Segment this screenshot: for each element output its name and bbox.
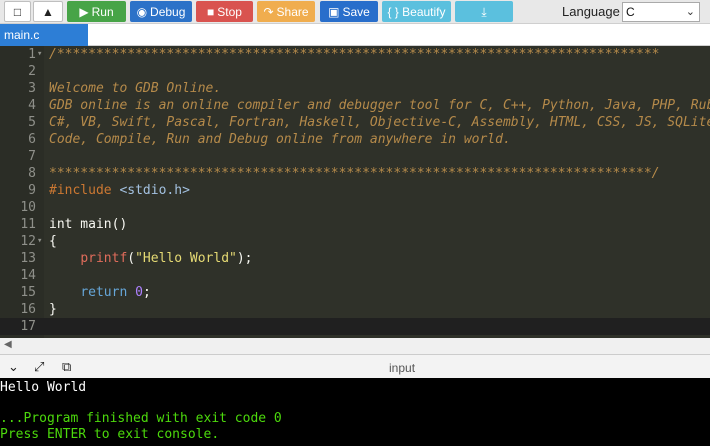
code-text: Welcome to GDB Online. xyxy=(49,81,222,96)
tab-main-c[interactable]: main.c xyxy=(0,24,88,46)
code-line: 5 C#, VB, Swift, Pascal, Fortran, Haskel… xyxy=(0,114,710,131)
upload-icon: ▲ xyxy=(42,4,54,19)
download-icon: ⤓ xyxy=(481,4,487,19)
beautify-label: { } Beautify xyxy=(387,4,446,19)
return-value: 0 xyxy=(135,285,143,300)
line-number: 7 xyxy=(28,149,36,164)
code-text: GDB online is an online compiler and deb… xyxy=(49,98,710,113)
share-label: Share xyxy=(276,4,309,19)
copy-icon[interactable]: ⧉ xyxy=(62,359,71,375)
save-label: Save xyxy=(342,4,370,19)
code-line: 7 xyxy=(0,148,710,165)
download-button[interactable]: ⤓ xyxy=(455,1,513,22)
debug-icon: ◉ xyxy=(136,4,148,19)
code-text: C#, VB, Swift, Pascal, Fortran, Haskell,… xyxy=(49,115,710,130)
expand-icon[interactable]: ⤢ xyxy=(34,359,44,375)
include-keyword: #include xyxy=(49,183,112,198)
line-number: 5 xyxy=(28,115,36,130)
code-line: 2 xyxy=(0,63,710,80)
new-file-icon: □ xyxy=(13,4,22,19)
code-line: 9 #include <stdio.h> xyxy=(0,182,710,199)
paren-open: ( xyxy=(127,251,136,266)
debug-label: Debug xyxy=(150,4,186,19)
play-icon: ▶ xyxy=(79,4,89,19)
line-number: 11 xyxy=(20,217,36,232)
main-signature: int main() xyxy=(49,217,128,232)
include-header: <stdio.h> xyxy=(119,183,190,198)
line-number: 1 xyxy=(28,47,36,62)
code-line: 12 ▾ { xyxy=(0,233,710,250)
code-line: 3 Welcome to GDB Online. xyxy=(0,80,710,97)
code-line: 1 ▾ /***********************************… xyxy=(0,46,710,63)
stop-label: Stop xyxy=(217,4,242,19)
share-icon: ↷ xyxy=(263,4,274,19)
code-line: 14 xyxy=(0,267,710,284)
console-finished-line: ...Program finished with exit code 0 xyxy=(0,411,282,426)
console-output[interactable]: Hello World ...Program finished with exi… xyxy=(0,378,710,446)
brace-close: } xyxy=(49,302,57,317)
console-input-label: input xyxy=(389,361,416,375)
language-label: Language xyxy=(562,4,620,19)
stop-button[interactable]: ■ Stop xyxy=(196,1,253,22)
run-button[interactable]: ▶ Run xyxy=(67,1,126,22)
line-number: 2 xyxy=(28,64,36,79)
code-line: 8 **************************************… xyxy=(0,165,710,182)
line-number: 14 xyxy=(20,268,36,283)
semicolon: ; xyxy=(142,285,151,300)
fold-arrow-icon[interactable]: ▾ xyxy=(37,46,42,63)
new-file-button[interactable]: □ xyxy=(4,1,31,22)
console-line: Hello World xyxy=(0,380,87,395)
chevron-down-icon[interactable]: ⌄ xyxy=(8,359,19,375)
toolbar: □ ▲ ▶ Run ◉ Debug ■ Stop ↷ Share ▣ Save … xyxy=(0,0,710,24)
file-tab-bar: main.c xyxy=(0,24,710,46)
code-line: 13 printf("Hello World"); xyxy=(0,250,710,267)
return-keyword: return xyxy=(80,285,128,300)
line-number: 15 xyxy=(20,285,36,300)
share-button[interactable]: ↷ Share xyxy=(257,1,315,22)
line-number: 9 xyxy=(28,183,36,198)
string-literal: "Hello World" xyxy=(135,251,237,266)
language-value: C xyxy=(626,5,635,19)
line-number: 17 xyxy=(20,319,36,334)
editor-horizontal-scrollbar[interactable]: ◀ xyxy=(0,338,710,354)
beautify-button[interactable]: { } Beautify xyxy=(382,1,451,22)
line-number: 4 xyxy=(28,98,36,113)
code-line-active: 17 xyxy=(0,318,710,335)
code-line: 16 } xyxy=(0,301,710,318)
run-label: Run xyxy=(91,4,114,19)
tab-label: main.c xyxy=(4,28,40,42)
chevron-down-icon: ⌄ xyxy=(685,6,695,18)
paren-close: ); xyxy=(236,251,253,266)
upload-button[interactable]: ▲ xyxy=(33,1,63,22)
line-number: 8 xyxy=(28,166,36,181)
line-number: 3 xyxy=(28,81,36,96)
line-number: 12 xyxy=(20,234,36,249)
save-button[interactable]: ▣ Save xyxy=(320,1,378,22)
line-number: 6 xyxy=(28,132,36,147)
code-text: Code, Compile, Run and Debug online from… xyxy=(49,132,511,147)
save-icon: ▣ xyxy=(328,4,340,19)
console-header: ⌄ ⤢ ⧉ input xyxy=(0,354,710,378)
console-enter-line: Press ENTER to exit console. xyxy=(0,427,220,442)
code-editor[interactable]: 1 ▾ /***********************************… xyxy=(0,46,710,338)
code-line: 11 int main() xyxy=(0,216,710,233)
code-line: 4 GDB online is an online compiler and d… xyxy=(0,97,710,114)
brace-open: { xyxy=(49,234,57,249)
code-line: 6 Code, Compile, Run and Debug online fr… xyxy=(0,131,710,148)
code-text: /***************************************… xyxy=(49,47,660,62)
code-line: 10 xyxy=(0,199,710,216)
debug-button[interactable]: ◉ Debug xyxy=(130,1,192,22)
line-number: 10 xyxy=(20,200,36,215)
line-number: 16 xyxy=(20,302,36,317)
fold-arrow-icon[interactable]: ▾ xyxy=(37,233,42,250)
code-line: 15 return 0; xyxy=(0,284,710,301)
printf-call: printf xyxy=(80,251,128,266)
line-number: 13 xyxy=(20,251,36,266)
scroll-left-icon[interactable]: ◀ xyxy=(4,339,12,350)
stop-icon: ■ xyxy=(207,4,215,19)
code-text: ****************************************… xyxy=(49,166,660,181)
language-select[interactable]: C ⌄ xyxy=(622,2,700,22)
